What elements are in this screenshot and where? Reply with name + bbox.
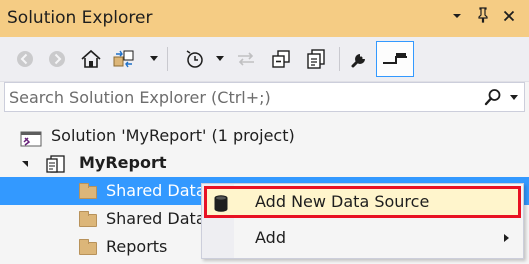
window-title: Solution Explorer [7, 8, 153, 28]
home-icon[interactable] [78, 44, 104, 74]
menu-item-label: Add New Data Source [255, 192, 430, 211]
chevron-down-icon[interactable] [447, 7, 467, 29]
search-icon[interactable] [484, 88, 502, 110]
tree-item-project[interactable]: MyReport [0, 149, 529, 177]
properties-icon[interactable] [347, 44, 373, 74]
expanded-caret-icon[interactable] [22, 161, 28, 167]
menu-item-label: Add [255, 228, 286, 247]
close-icon[interactable] [499, 7, 519, 29]
search-box[interactable]: Search Solution Explorer (Ctrl+;) [4, 82, 525, 112]
toolbar [0, 37, 529, 82]
tree-item-solution[interactable]: Solution 'MyReport' (1 project) [0, 122, 529, 150]
switch-views-icon[interactable] [111, 44, 137, 74]
solution-label: Solution 'MyReport' (1 project) [51, 126, 295, 145]
project-label: MyReport [79, 153, 167, 172]
back-icon[interactable] [12, 44, 38, 74]
pin-icon[interactable] [473, 7, 493, 29]
folder-icon [79, 211, 97, 227]
window-title-bar: Solution Explorer [0, 0, 529, 37]
show-all-files-icon[interactable] [303, 44, 329, 74]
submenu-arrow-icon [504, 234, 509, 242]
menu-item-add-new-data-source[interactable]: Add New Data Source [204, 186, 521, 218]
folder-icon [79, 239, 97, 255]
search-input[interactable]: Search Solution Explorer (Ctrl+;) [9, 88, 271, 107]
forward-icon[interactable] [44, 44, 70, 74]
pending-changes-filter-icon[interactable] [182, 44, 208, 74]
sync-icon[interactable] [233, 44, 259, 74]
collapse-all-icon[interactable] [268, 44, 294, 74]
search-options-chevron-icon[interactable] [510, 95, 518, 100]
folder-icon [79, 183, 97, 199]
menu-item-add[interactable]: Add [204, 222, 521, 254]
context-menu: Add New Data Source Add [201, 183, 524, 259]
database-icon [213, 193, 229, 225]
tree-item-label: Reports [106, 237, 168, 256]
preview-selected-items-icon[interactable] [376, 41, 414, 77]
